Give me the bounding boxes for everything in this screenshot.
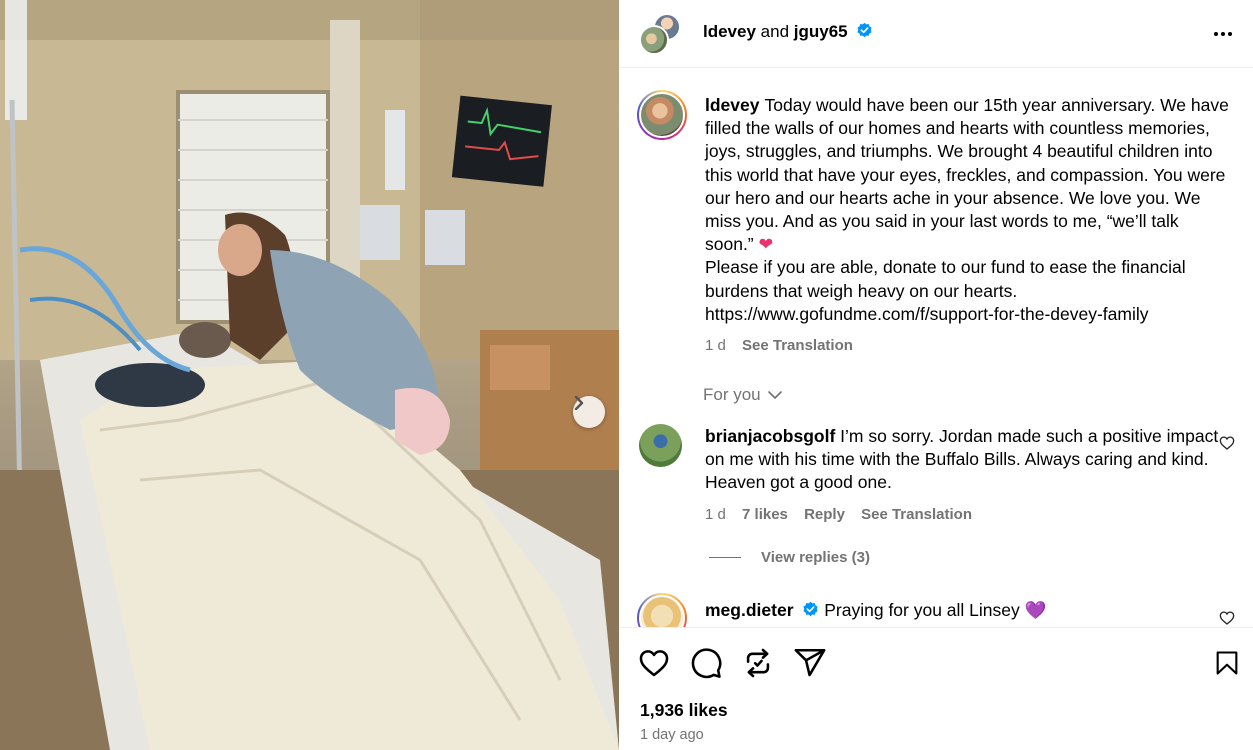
post-actions: 1,936 likes 1 day ago (619, 627, 1253, 750)
post-details-panel: ldevey and jguy65 ldevey Today would have… (619, 0, 1253, 750)
username-link[interactable]: jguy65 (794, 22, 848, 41)
collab-avatars[interactable] (639, 13, 683, 55)
verified-badge-icon (857, 22, 872, 38)
post-timestamp[interactable]: 1 day ago (640, 727, 704, 743)
comment-like-heart-icon[interactable] (1219, 610, 1235, 626)
chevron-down-icon (767, 391, 782, 399)
hospital-room-photo (0, 0, 619, 750)
repost-icon[interactable] (741, 646, 775, 680)
caption: ldevey Today would have been our 15th yea… (705, 94, 1230, 357)
heart-emoji: ❤ (758, 234, 774, 255)
next-image-button[interactable] (573, 396, 605, 428)
view-replies-label: View replies (3) (761, 549, 870, 566)
heart-icon[interactable] (637, 646, 671, 680)
caption-avatar[interactable] (637, 90, 687, 140)
share-icon[interactable] (793, 646, 827, 680)
caption-link[interactable]: https://www.gofundme.com/f/support-for-t… (705, 303, 1230, 326)
comment-like-heart-icon[interactable] (1219, 435, 1235, 451)
comment-avatar[interactable] (637, 593, 687, 627)
caption-text-2: Please if you are able, donate to our fu… (705, 257, 1186, 301)
replies-divider (709, 557, 741, 558)
avatar (639, 25, 669, 55)
bookmark-icon[interactable] (1213, 646, 1241, 680)
comment-icon[interactable] (689, 646, 723, 680)
next-image-icon (574, 396, 584, 410)
post-photo[interactable] (0, 0, 619, 750)
comments-scroll-area[interactable]: ldevey Today would have been our 15th yea… (619, 69, 1253, 627)
comment: brianjacobsgolf I’m so sorry. Jordan mad… (705, 425, 1225, 526)
more-options-icon[interactable] (1211, 22, 1235, 46)
caption-text: Today would have been our 15th year anni… (705, 95, 1229, 255)
comment-username[interactable]: brianjacobsgolf (705, 426, 835, 446)
for-you-label: For you (703, 385, 761, 404)
caption-username[interactable]: ldevey (705, 95, 759, 115)
collab-joiner: and (760, 22, 790, 41)
view-replies-button[interactable]: View replies (3) (709, 549, 870, 566)
reply-button[interactable]: Reply (804, 506, 845, 523)
comment-likes[interactable]: 7 likes (742, 506, 788, 523)
caption-meta: 1 d See Translation (705, 334, 1230, 357)
comment: meg.dieter Praying for you all Linsey 💜 (705, 599, 1225, 622)
collab-usernames: ldevey and jguy65 (703, 22, 873, 42)
purple-heart-emoji: 💜 (1024, 600, 1047, 620)
comment-meta: 1 d 7 likes Reply See Translation (705, 503, 1225, 526)
comment-username[interactable]: meg.dieter (705, 600, 794, 620)
see-translation-link[interactable]: See Translation (861, 506, 972, 523)
comment-text: Praying for you all Linsey (824, 600, 1020, 620)
verified-badge-icon (803, 601, 818, 617)
see-translation-link[interactable]: See Translation (742, 337, 853, 354)
comment-avatar[interactable] (639, 424, 682, 467)
comment-sort-dropdown[interactable]: For you (703, 385, 783, 405)
likes-count[interactable]: 1,936 likes (640, 700, 728, 721)
username-link[interactable]: ldevey (703, 22, 756, 41)
comment-time[interactable]: 1 d (705, 506, 726, 523)
post-header: ldevey and jguy65 (619, 0, 1253, 68)
caption-time[interactable]: 1 d (705, 337, 726, 354)
